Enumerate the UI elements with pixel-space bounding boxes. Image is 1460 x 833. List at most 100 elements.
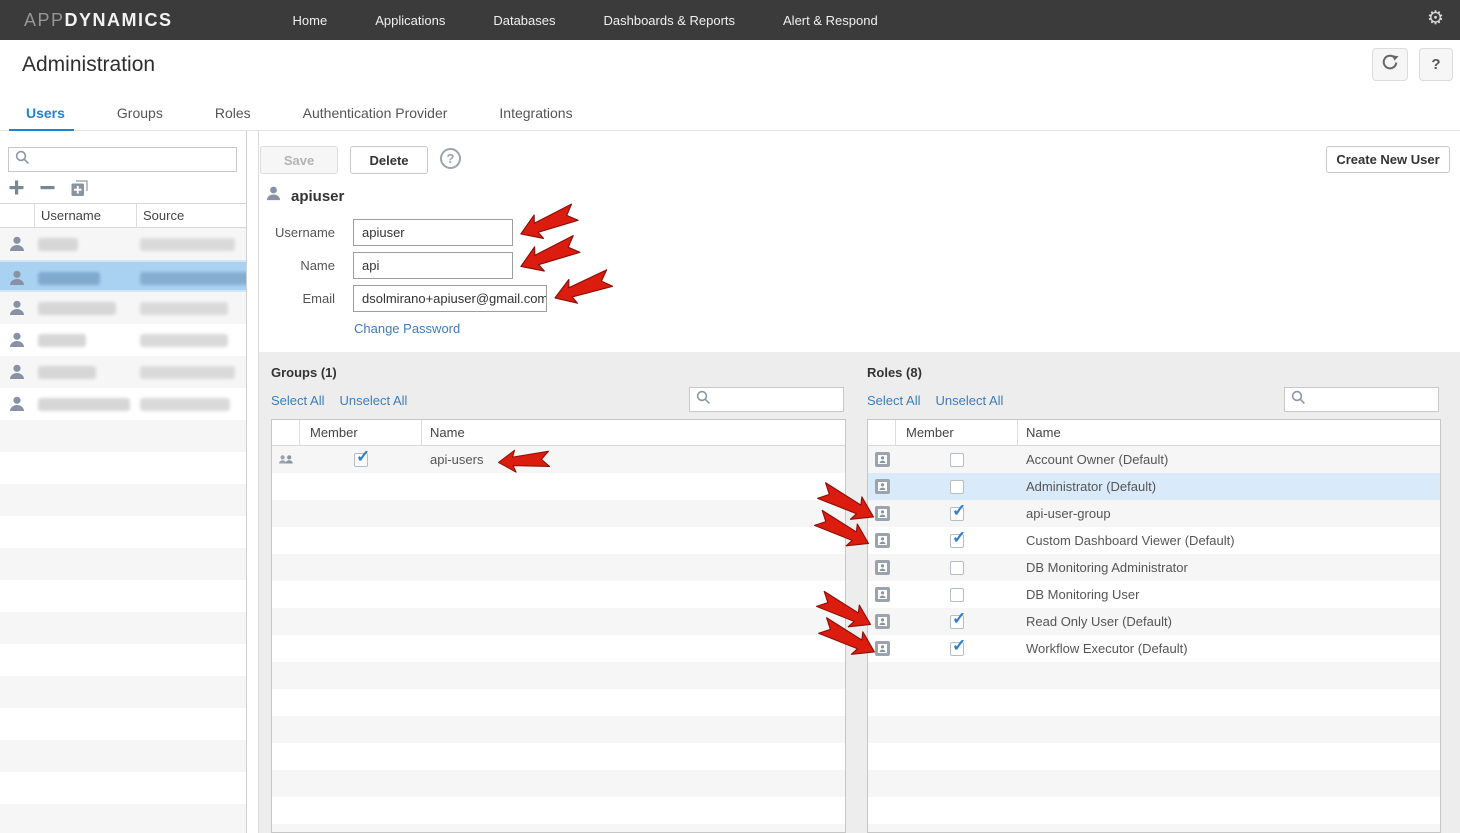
users-sidebar: Username Source [0, 131, 247, 833]
member-checkbox[interactable] [950, 453, 964, 467]
roles-search-input[interactable] [1311, 392, 1438, 407]
member-checkbox[interactable]: ✓ [354, 453, 368, 467]
empty-row-stripe [0, 708, 247, 740]
role-icon [868, 452, 896, 467]
sidebar-toolbar [8, 178, 89, 197]
groups-search-input[interactable] [716, 392, 843, 407]
save-button[interactable]: Save [260, 146, 338, 174]
username-label: Username [265, 225, 335, 240]
create-new-user-button[interactable]: Create New User [1326, 146, 1450, 173]
remove-user-icon[interactable] [39, 179, 56, 196]
gear-icon[interactable]: ⚙ [1427, 9, 1444, 29]
role-name: Account Owner (Default) [1018, 452, 1440, 467]
roles-search[interactable] [1284, 387, 1439, 412]
redacted-username [38, 302, 116, 315]
groups-select-all-link[interactable]: Select All [271, 393, 324, 408]
roles-name-column-header: Name [1018, 420, 1440, 445]
empty-row-stripe [0, 740, 247, 772]
user-list-row[interactable] [0, 324, 247, 356]
nav-item-home[interactable]: Home [293, 13, 328, 28]
empty-row-stripe [272, 689, 845, 716]
user-list-row[interactable] [0, 292, 247, 324]
role-row-api-user-group[interactable]: ✓api-user-group [868, 500, 1440, 527]
change-password-link[interactable]: Change Password [354, 321, 460, 336]
roles-panel: Roles (8) Select All Unselect All Member… [867, 359, 1441, 833]
empty-row-stripe [868, 824, 1440, 833]
main-content: Save Delete ? Create New User apiuser Us… [258, 131, 1460, 833]
tab-integrations[interactable]: Integrations [499, 95, 572, 131]
nav-item-alert-respond[interactable]: Alert & Respond [783, 13, 878, 28]
tab-groups[interactable]: Groups [117, 95, 163, 131]
empty-row-stripe [272, 554, 845, 581]
tab-users[interactable]: Users [26, 95, 65, 131]
role-icon [868, 560, 896, 575]
role-icon [868, 587, 896, 602]
redacted-username [38, 398, 130, 411]
role-row-read-only-user-default-[interactable]: ✓Read Only User (Default) [868, 608, 1440, 635]
add-user-icon[interactable] [8, 179, 25, 196]
role-icon [868, 533, 896, 548]
redacted-username [38, 272, 100, 285]
name-label: Name [265, 258, 335, 273]
member-checkbox[interactable]: ✓ [950, 507, 964, 521]
role-name: DB Monitoring Administrator [1018, 560, 1440, 575]
email-field[interactable] [353, 285, 547, 312]
roles-panel-title: Roles (8) [867, 365, 922, 380]
group-icon [272, 454, 300, 466]
user-icon [8, 331, 26, 354]
roles-select-all-link[interactable]: Select All [867, 393, 920, 408]
role-row-db-monitoring-administrator[interactable]: DB Monitoring Administrator [868, 554, 1440, 581]
empty-row-stripe [0, 548, 247, 580]
roles-table: Member Name Account Owner (Default)Admin… [867, 419, 1441, 833]
role-row-db-monitoring-user[interactable]: DB Monitoring User [868, 581, 1440, 608]
role-row-administrator-default-[interactable]: Administrator (Default) [868, 473, 1440, 500]
member-checkbox[interactable]: ✓ [950, 615, 964, 629]
tab-authentication-provider[interactable]: Authentication Provider [303, 95, 448, 131]
user-list-row[interactable] [0, 356, 247, 388]
user-list-row[interactable] [0, 228, 247, 260]
group-icon-column-header [272, 420, 300, 445]
member-checkbox[interactable] [950, 561, 964, 575]
role-icon [868, 641, 896, 656]
role-row-workflow-executor-default-[interactable]: ✓Workflow Executor (Default) [868, 635, 1440, 662]
member-checkbox[interactable] [950, 588, 964, 602]
nav-item-dashboards-reports[interactable]: Dashboards & Reports [604, 13, 736, 28]
nav-item-applications[interactable]: Applications [375, 13, 445, 28]
username-field[interactable] [353, 219, 513, 246]
users-table-header: Username Source [0, 203, 247, 228]
member-checkbox[interactable]: ✓ [950, 534, 964, 548]
name-field[interactable] [353, 252, 513, 279]
role-row-account-owner-default-[interactable]: Account Owner (Default) [868, 446, 1440, 473]
groups-search[interactable] [689, 387, 844, 412]
empty-row-stripe [868, 689, 1440, 716]
role-icon [868, 506, 896, 521]
form-help-icon[interactable]: ? [440, 148, 461, 169]
empty-row-stripe [0, 676, 247, 708]
member-checkbox[interactable]: ✓ [950, 642, 964, 656]
redacted-username [38, 238, 78, 251]
help-button[interactable]: ? [1419, 48, 1453, 81]
empty-row-stripe [868, 716, 1440, 743]
user-icon [8, 363, 26, 386]
email-label: Email [265, 291, 335, 306]
sidebar-search[interactable] [8, 147, 237, 172]
role-row-custom-dashboard-viewer-default-[interactable]: ✓Custom Dashboard Viewer (Default) [868, 527, 1440, 554]
empty-row-stripe [272, 635, 845, 662]
user-list-row[interactable] [0, 260, 247, 292]
groups-unselect-all-link[interactable]: Unselect All [339, 393, 407, 408]
roles-unselect-all-link[interactable]: Unselect All [935, 393, 1003, 408]
duplicate-user-icon[interactable] [70, 178, 89, 197]
nav-item-databases[interactable]: Databases [493, 13, 555, 28]
group-row-api-users[interactable]: ✓api-users [272, 446, 845, 473]
empty-row-stripe [272, 581, 845, 608]
annotation-arrow-email-field [548, 262, 619, 317]
groups-member-column-header: Member [300, 420, 422, 445]
sidebar-search-input[interactable] [35, 152, 236, 167]
refresh-button[interactable] [1372, 48, 1408, 81]
tab-roles[interactable]: Roles [215, 95, 251, 131]
member-checkbox[interactable] [950, 480, 964, 494]
user-list-row[interactable] [0, 388, 247, 420]
delete-button[interactable]: Delete [350, 146, 428, 174]
empty-row-stripe [272, 473, 845, 500]
logo-prefix: APP [24, 10, 65, 30]
